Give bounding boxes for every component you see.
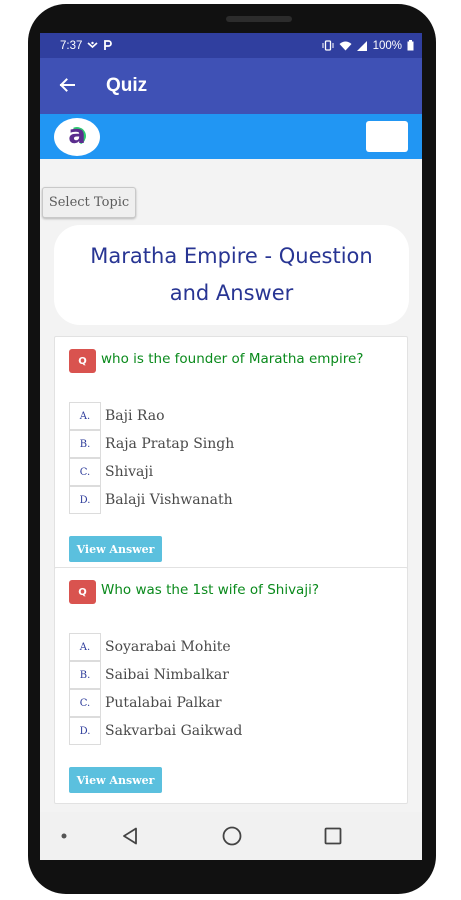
option-letter: A. [69,633,101,661]
status-time: 7:37 [60,39,83,52]
option-text: Shivaji [105,464,154,480]
app-logo: a [54,117,100,156]
option-c[interactable]: C. Putalabai Palkar [69,689,407,717]
quiz-heading: Maratha Empire - Question and Answer [90,244,373,305]
signal-icon [356,40,368,51]
system-nav-bar [40,812,422,860]
parking-icon [103,40,113,51]
option-text: Balaji Vishwanath [105,492,233,508]
option-letter: D. [69,717,101,745]
option-c[interactable]: C. Shivaji [69,458,407,486]
option-d[interactable]: D. Balaji Vishwanath [69,486,407,514]
view-answer-button[interactable]: View Answer [69,767,162,793]
back-button[interactable] [40,58,94,114]
option-a[interactable]: A. Baji Rao [69,402,407,430]
app-bar: Quiz [40,58,422,114]
battery-icon [407,40,414,51]
arrow-left-icon [59,77,75,96]
select-topic-button[interactable]: Select Topic [42,187,136,218]
option-a[interactable]: A. Soyarabai Mohite [69,633,407,661]
options-list: A. Soyarabai Mohite B. Saibai Nimbalkar … [55,604,407,745]
option-d[interactable]: D. Sakvarbai Gaikwad [69,717,407,745]
question-badge: Q [69,349,96,373]
question-text: Who was the 1st wife of Shivaji? [101,582,319,598]
brand-action-button[interactable] [366,121,408,152]
nav-dot-icon [60,832,68,840]
option-letter: D. [69,486,101,514]
page-title: Quiz [106,75,148,96]
option-text: Raja Pratap Singh [105,436,235,452]
option-letter: A. [69,402,101,430]
battery-percent: 100% [372,39,402,52]
option-b[interactable]: B. Raja Pratap Singh [69,430,407,458]
view-answer-button[interactable]: View Answer [69,536,162,562]
option-letter: C. [69,458,101,486]
status-bar: 7:37 100% [40,33,422,58]
phone-speaker [226,16,292,22]
wifi-icon [339,41,352,51]
question-badge: Q [69,580,96,604]
option-text: Saibai Nimbalkar [105,667,229,683]
option-letter: B. [69,430,101,458]
option-text: Baji Rao [105,408,165,424]
options-list: A. Baji Rao B. Raja Pratap Singh C. Shiv… [55,373,407,514]
cast-icon [87,41,98,50]
option-text: Soyarabai Mohite [105,639,231,655]
logo-letter: a [68,119,86,150]
option-letter: B. [69,661,101,689]
question-text: who is the founder of Maratha empire? [101,351,364,367]
question-card: Q who is the founder of Maratha empire? … [54,336,408,573]
app-screen: 7:37 100% Quiz a Select Topic Maratha Em… [40,33,422,860]
vibrate-icon [322,40,334,51]
option-letter: C. [69,689,101,717]
option-text: Sakvarbai Gaikwad [105,723,243,739]
title-card: Maratha Empire - Question and Answer [54,225,409,325]
nav-recents-icon[interactable] [321,824,345,848]
nav-home-icon[interactable] [220,824,244,848]
option-text: Putalabai Palkar [105,695,222,711]
question-card: Q Who was the 1st wife of Shivaji? A. So… [54,567,408,804]
brand-bar: a [40,114,422,159]
nav-back-icon[interactable] [118,824,142,848]
option-b[interactable]: B. Saibai Nimbalkar [69,661,407,689]
